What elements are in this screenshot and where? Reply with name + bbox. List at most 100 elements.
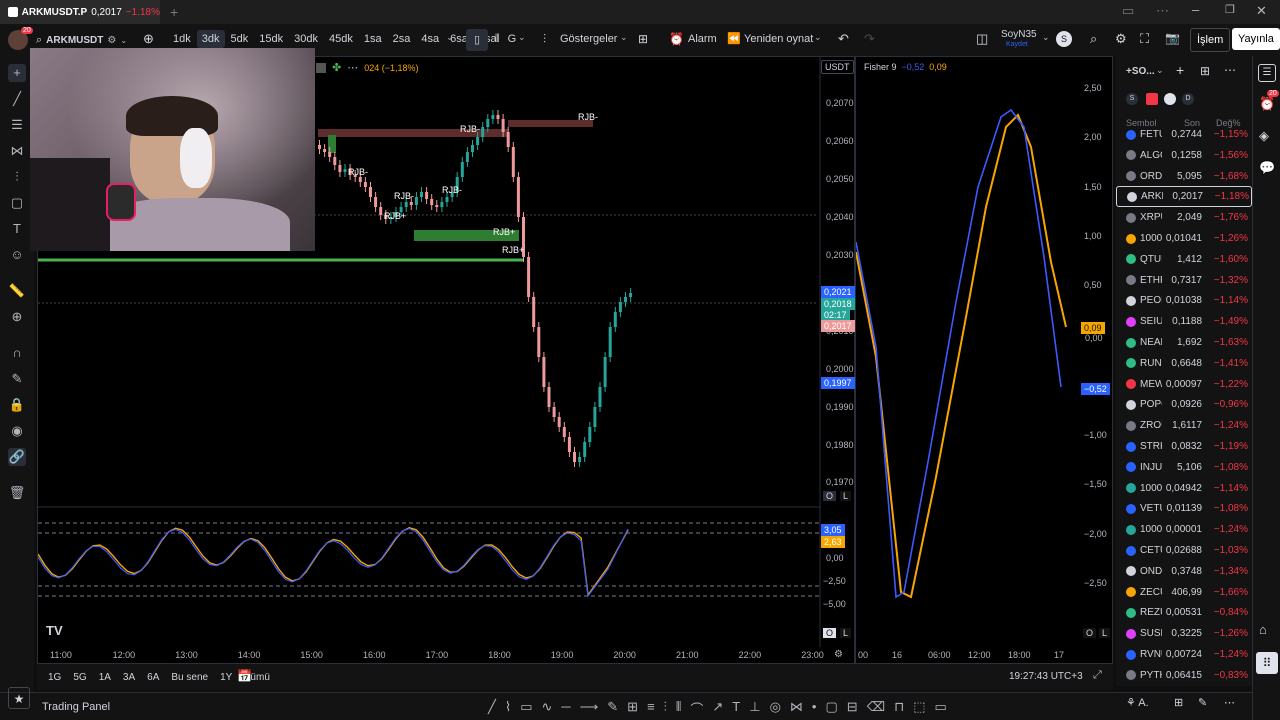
legend-close-icon[interactable] [316,62,326,73]
interval-45dk[interactable]: 45dk [324,30,358,48]
lock-tool-icon[interactable]: ⊓ [894,699,904,718]
watchlist-row[interactable]: ZECU 406,99 −1,66% [1116,582,1252,603]
alarm-icon[interactable]: ⏰ [669,32,684,46]
fib-channel-icon[interactable]: ≡ [647,699,655,718]
forecast-icon[interactable]: ⫶ [8,168,26,186]
range-1Y[interactable]: 1Y [215,669,237,686]
bars-icon[interactable]: ⫴ [495,33,500,46]
replay-icon[interactable]: ⏪ [727,32,741,45]
lock-icon[interactable]: 🔒 [8,396,26,414]
watchlist-layout-icon[interactable]: ⊞ [1200,64,1210,78]
eye-icon[interactable]: ◉ [8,422,26,440]
emoji-icon[interactable]: ☺ [8,246,26,264]
watchlist-row[interactable]: ALGO 0,1258 −1,56% [1116,145,1252,166]
interval-5dk[interactable]: 5dk [226,30,254,48]
range-1A[interactable]: 1A [94,669,116,686]
zoom-icon[interactable]: ⊕ [8,308,26,326]
range-Bu-sene[interactable]: Bu sene [166,669,213,686]
pattern-tool-icon[interactable]: ⋈ [790,699,803,718]
watchlist-row[interactable]: XRPU 2,049 −1,76% [1116,207,1252,228]
alarm-button[interactable]: Alarm [688,33,717,45]
comment-icon[interactable]: ▢ [825,699,837,718]
new-tab-plus-icon[interactable]: + [170,4,178,20]
trading-panel-tab[interactable]: Trading Panel [42,701,110,713]
interval-4sa[interactable]: 4sa [416,30,444,48]
text-icon[interactable]: T [8,220,26,238]
redo-icon[interactable]: ↷ [864,31,875,47]
arc-icon[interactable]: ⌒ [690,699,703,718]
panel-layout-icon[interactable]: ◫ [976,31,988,47]
eraser-icon[interactable]: ⌫ [867,699,885,718]
camera-icon[interactable]: 📷 [1165,31,1180,45]
trade-button[interactable]: İşlem [1190,28,1231,52]
brush-icon[interactable]: ∿ [541,699,552,718]
watchlist-row[interactable]: ETHF 0,7317 −1,32% [1116,270,1252,291]
browser-tab[interactable]: ARKMUSDT.P 0,2017 −1.18% [0,0,160,24]
watchlist-row[interactable]: NEAR 1,692 −1,63% [1116,332,1252,353]
watchlist-row[interactable]: SEIU 0,1188 −1,49% [1116,311,1252,332]
watchlist-row[interactable]: ONDO 0,3748 −1,34% [1116,561,1252,582]
expand-icon[interactable]: ⤢ [1093,669,1102,682]
fib-icon[interactable]: ☰ [8,116,26,134]
gann-icon[interactable]: ⫴ [676,699,681,718]
callout-icon[interactable]: ▭ [520,699,532,718]
crosshair-icon[interactable]: + [8,64,26,82]
watchlist-row[interactable]: PYTH0,06415 −0,83% [1116,665,1252,684]
pin-icon[interactable]: ⊥ [749,699,760,718]
filter-dot-icon[interactable] [1164,93,1176,105]
watchlist-row[interactable]: RUNE 0,6648 −1,41% [1116,353,1252,374]
watchlist-row[interactable]: ZROU 1,6117 −1,24% [1116,415,1252,436]
candle-type-icon[interactable]: ▯ [466,29,488,51]
watchlist-row[interactable]: VETU 0,01139 −1,08% [1116,498,1252,519]
fisher-o-button[interactable]: O [1083,628,1097,638]
magnet-icon[interactable]: ∩ [8,344,26,362]
window-icon[interactable]: ▭ [935,699,947,718]
pane-o-button[interactable]: O [823,491,837,501]
pen-icon[interactable]: ✎ [607,699,618,718]
measure-icon[interactable]: ⊟ [847,699,858,718]
chevron-down-icon[interactable]: ⌄ [1156,65,1164,76]
interval-1dk[interactable]: 1dk [168,30,196,48]
chevron-down-icon[interactable]: ⌄ [446,32,454,43]
arrow-icon[interactable]: ↗ [712,699,723,718]
watchlist-row[interactable]: 1000 0,01041 −1,26% [1116,228,1252,249]
watchlist-footer-icon[interactable]: ⚘ A. [1126,696,1149,709]
watchlist-row[interactable]: QTUM 1,412 −1,60% [1116,249,1252,270]
watchlist-icon[interactable]: ☰ [1258,64,1276,82]
window-menu-icon[interactable]: ▭ [1122,3,1134,19]
indicators-button[interactable]: Göstergeler [560,33,617,45]
layout-name[interactable]: SoyN35 [1001,29,1037,40]
polyline-tool-icon[interactable]: ⌇ [505,699,511,718]
favorites-star-icon[interactable]: ★ [8,687,30,709]
pane2-l-button[interactable]: L [840,628,852,638]
watchlist-footer-more-icon[interactable]: ⋯ [1224,696,1235,709]
fisher-pane[interactable]: Fisher 9 −0,52 0,09 2,50 2,00 1,50 1,00 0,50… [855,56,1113,664]
link-icon[interactable]: 🔗 [8,448,26,466]
add-symbol-icon[interactable]: ⊕ [143,31,154,47]
watchlist-footer-edit-icon[interactable]: ✎ [1198,696,1207,709]
watchlist-more-icon[interactable]: ⋯ [1224,63,1236,77]
line-tool-icon[interactable]: ╱ [488,699,496,718]
pane2-o-button[interactable]: O [823,628,837,638]
watchlist-row[interactable]: CETU0,02688 −1,03% [1116,540,1252,561]
frame-icon[interactable]: ⬚ [913,699,925,718]
trend-line-icon[interactable]: ╱ [8,90,26,108]
watchlist-row[interactable]: INJU 5,106 −1,08% [1116,457,1252,478]
watchlist-row[interactable]: REZU0,00531 −0,84% [1116,602,1252,623]
add-symbol-plus-icon[interactable]: + [1176,62,1184,78]
watchlist-row[interactable]: 1000 0,00001 −1,24% [1116,519,1252,540]
watchlist-row[interactable]: 1000 0,04942 −1,14% [1116,478,1252,499]
publish-button[interactable]: Yayınla [1232,28,1280,50]
clock-label[interactable]: 19:27:43 UTC+3 [1009,671,1083,682]
range-1G[interactable]: 1G [43,669,66,686]
watchlist-row[interactable]: FETU 0,2744 −1,15% [1116,124,1252,145]
fisher-l-button[interactable]: L [1099,628,1111,638]
replay-button[interactable]: Yeniden oynat [744,33,813,45]
ruler-icon[interactable]: 📏 [8,282,26,300]
watchlist-row[interactable]: POPC 0,0926 −0,96% [1116,394,1252,415]
watchlist-row[interactable]: STRK 0,0832 −1,19% [1116,436,1252,457]
watchlist-row[interactable]: ORDI 5,095 −1,68% [1116,166,1252,187]
interval-15dk[interactable]: 15dk [254,30,288,48]
interval-1sa[interactable]: 1sa [359,30,387,48]
table-icon[interactable]: ⊞ [627,699,638,718]
